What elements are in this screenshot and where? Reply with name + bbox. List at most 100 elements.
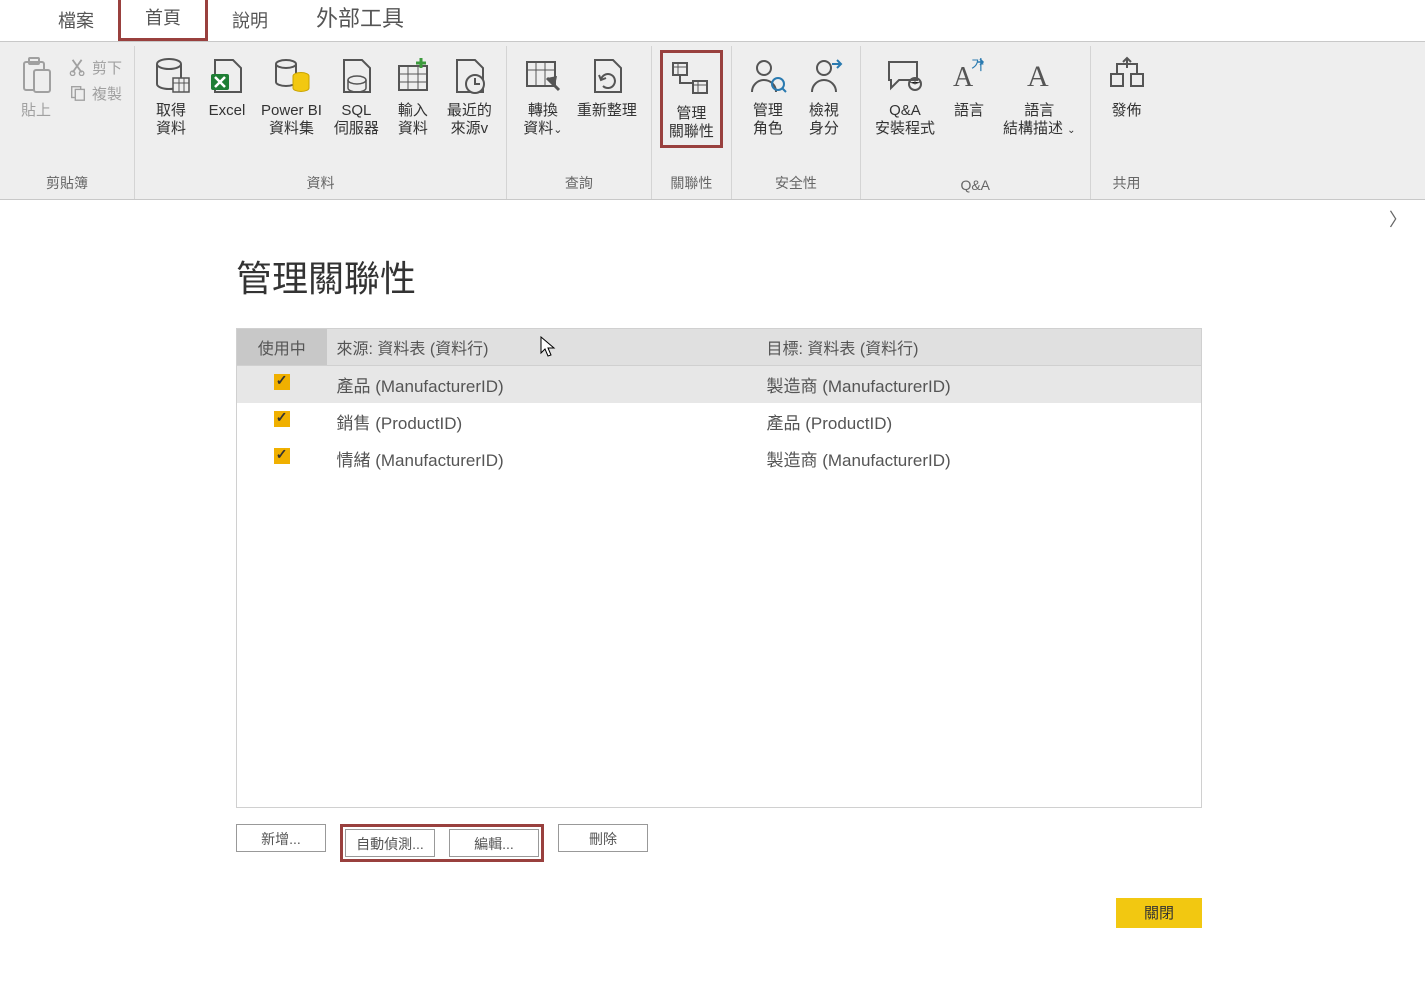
col-active[interactable]: 使用中 (237, 329, 327, 366)
publish-icon (1105, 54, 1149, 98)
cut-icon (68, 57, 88, 77)
dialog-action-buttons: 新增... 自動偵測... 編輯... 刪除 (236, 808, 1202, 862)
btn-excel-label: Excel (209, 102, 246, 120)
btn-enter-data-label: 輸入 資料 (398, 102, 428, 138)
btn-publish-label: 發佈 (1112, 102, 1142, 120)
relationships-icon (669, 57, 713, 101)
btn-delete-relationship[interactable]: 刪除 (558, 824, 648, 852)
btn-recent-label: 最近的 來源v (447, 102, 492, 138)
paste-icon (14, 54, 58, 98)
relationships-table: 使用中 來源: 資料表 (資料行) 目標: 資料表 (資料行) 產品 (Manu… (236, 328, 1202, 808)
btn-close-dialog[interactable]: 關閉 (1116, 898, 1202, 928)
btn-new-relationship[interactable]: 新增... (236, 824, 326, 852)
btn-manage-relationships[interactable]: 管理 關聯性 (660, 50, 723, 148)
table-row[interactable]: 銷售 (ProductID)產品 (ProductID) (237, 403, 1202, 440)
group-data: 取得 資料 Excel Power BI 資料集 SQL 伺服器 輸入 資料 最… (135, 46, 507, 199)
btn-qa-setup[interactable]: Q&A 安裝程式 (869, 50, 941, 142)
cell-target: 製造商 (ManufacturerID) (757, 366, 1202, 404)
group-clipboard-title: 剪貼簿 (8, 169, 126, 199)
cell-source: 產品 (ManufacturerID) (327, 366, 757, 404)
group-share-title: 共用 (1099, 169, 1155, 199)
btn-enter-data[interactable]: 輸入 資料 (385, 50, 441, 142)
btn-autodetect[interactable]: 自動偵測... (345, 829, 435, 857)
btn-language[interactable]: A가 語言 (941, 50, 997, 124)
btn-manage-roles[interactable]: 管理 角色 (740, 50, 796, 142)
btn-powerbi-dataset[interactable]: Power BI 資料集 (255, 50, 328, 142)
btn-copy-label: 複製 (92, 86, 122, 104)
group-query-title: 查詢 (515, 169, 643, 199)
btn-cut[interactable]: 剪下 (64, 56, 126, 82)
tab-help[interactable]: 說明 (208, 0, 292, 41)
powerbi-icon (269, 54, 313, 98)
svg-text:가: 가 (971, 57, 984, 73)
database-icon (149, 54, 193, 98)
btn-edit-relationship[interactable]: 編輯... (449, 829, 539, 857)
btn-linguistic-schema[interactable]: A 語言 結構描述 ⌄ (997, 50, 1082, 142)
group-security: 管理 角色 檢視 身分 安全性 (732, 46, 861, 199)
btn-powerbi-label: Power BI 資料集 (261, 102, 322, 138)
ribbon: 貼上 剪下 複製 剪貼簿 取得 資料 Exc (0, 42, 1425, 200)
ribbon-overflow-chevron[interactable]: 〉 (1389, 210, 1407, 230)
linguistic-schema-icon: A (1017, 54, 1061, 98)
highlighted-button-group: 自動偵測... 編輯... (340, 824, 544, 862)
group-share: 發佈 共用 (1091, 46, 1163, 199)
active-checkbox[interactable] (274, 411, 290, 427)
group-security-title: 安全性 (740, 169, 852, 199)
transform-icon (521, 54, 565, 98)
btn-paste[interactable]: 貼上 (8, 50, 64, 124)
menu-tabs: 檔案 首頁 說明 外部工具 (0, 0, 1425, 42)
view-as-icon (802, 54, 846, 98)
cell-target: 產品 (ProductID) (757, 403, 1202, 440)
recent-icon (447, 54, 491, 98)
language-icon: A가 (947, 54, 991, 98)
excel-icon (205, 54, 249, 98)
table-row[interactable]: 情緒 (ManufacturerID)製造商 (ManufacturerID) (237, 440, 1202, 477)
refresh-icon (585, 54, 629, 98)
btn-language-label: 語言 (954, 102, 984, 120)
btn-transform-label: 轉換 資料⌄ (523, 102, 562, 138)
dialog-title: 管理關聯性 (236, 250, 1202, 302)
manage-relationships-dialog: 管理關聯性 使用中 來源: 資料表 (資料行) 目標: 資料表 (資料行) 產品… (236, 250, 1202, 928)
btn-manage-rel-label: 管理 關聯性 (669, 105, 714, 141)
table-row[interactable]: 產品 (ManufacturerID)製造商 (ManufacturerID) (237, 366, 1202, 404)
btn-copy[interactable]: 複製 (64, 82, 126, 108)
col-source[interactable]: 來源: 資料表 (資料行) (327, 329, 757, 366)
btn-cut-label: 剪下 (92, 60, 122, 78)
cell-target: 製造商 (ManufacturerID) (757, 440, 1202, 477)
btn-excel[interactable]: Excel (199, 50, 255, 124)
btn-get-data[interactable]: 取得 資料 (143, 50, 199, 142)
tab-file[interactable]: 檔案 (34, 0, 118, 41)
copy-icon (68, 83, 88, 103)
group-relationships: 管理 關聯性 關聯性 (652, 46, 732, 199)
cell-source: 情緒 (ManufacturerID) (327, 440, 757, 477)
col-target[interactable]: 目標: 資料表 (資料行) (757, 329, 1202, 366)
btn-recent-sources[interactable]: 最近的 來源v (441, 50, 498, 142)
btn-publish[interactable]: 發佈 (1099, 50, 1155, 124)
btn-refresh-label: 重新整理 (577, 102, 637, 120)
group-clipboard: 貼上 剪下 複製 剪貼簿 (0, 46, 135, 199)
enter-data-icon (391, 54, 435, 98)
btn-sql-server[interactable]: SQL 伺服器 (328, 50, 385, 142)
tab-home[interactable]: 首頁 (118, 0, 208, 41)
btn-linguistic-schema-label: 語言 結構描述 ⌄ (1003, 102, 1076, 138)
btn-qa-setup-label: Q&A 安裝程式 (875, 102, 935, 138)
manage-roles-icon (746, 54, 790, 98)
group-data-title: 資料 (143, 169, 498, 199)
active-checkbox[interactable] (274, 448, 290, 464)
btn-transform-data[interactable]: 轉換 資料⌄ (515, 50, 571, 142)
tab-external-tools[interactable]: 外部工具 (292, 0, 428, 41)
sql-icon (334, 54, 378, 98)
group-qa: Q&A 安裝程式 A가 語言 A 語言 結構描述 ⌄ Q&A (861, 46, 1091, 199)
btn-view-as[interactable]: 檢視 身分 (796, 50, 852, 142)
btn-get-data-label: 取得 資料 (156, 102, 186, 138)
active-checkbox[interactable] (274, 374, 290, 390)
relationships-tbody: 產品 (ManufacturerID)製造商 (ManufacturerID)銷… (237, 366, 1202, 808)
btn-sql-label: SQL 伺服器 (334, 102, 379, 138)
qa-setup-icon (883, 54, 927, 98)
btn-refresh[interactable]: 重新整理 (571, 50, 643, 124)
cell-source: 銷售 (ProductID) (327, 403, 757, 440)
group-query: 轉換 資料⌄ 重新整理 查詢 (507, 46, 652, 199)
group-qa-title: Q&A (869, 173, 1082, 199)
btn-paste-label: 貼上 (21, 102, 51, 120)
svg-text:A: A (1027, 60, 1049, 93)
